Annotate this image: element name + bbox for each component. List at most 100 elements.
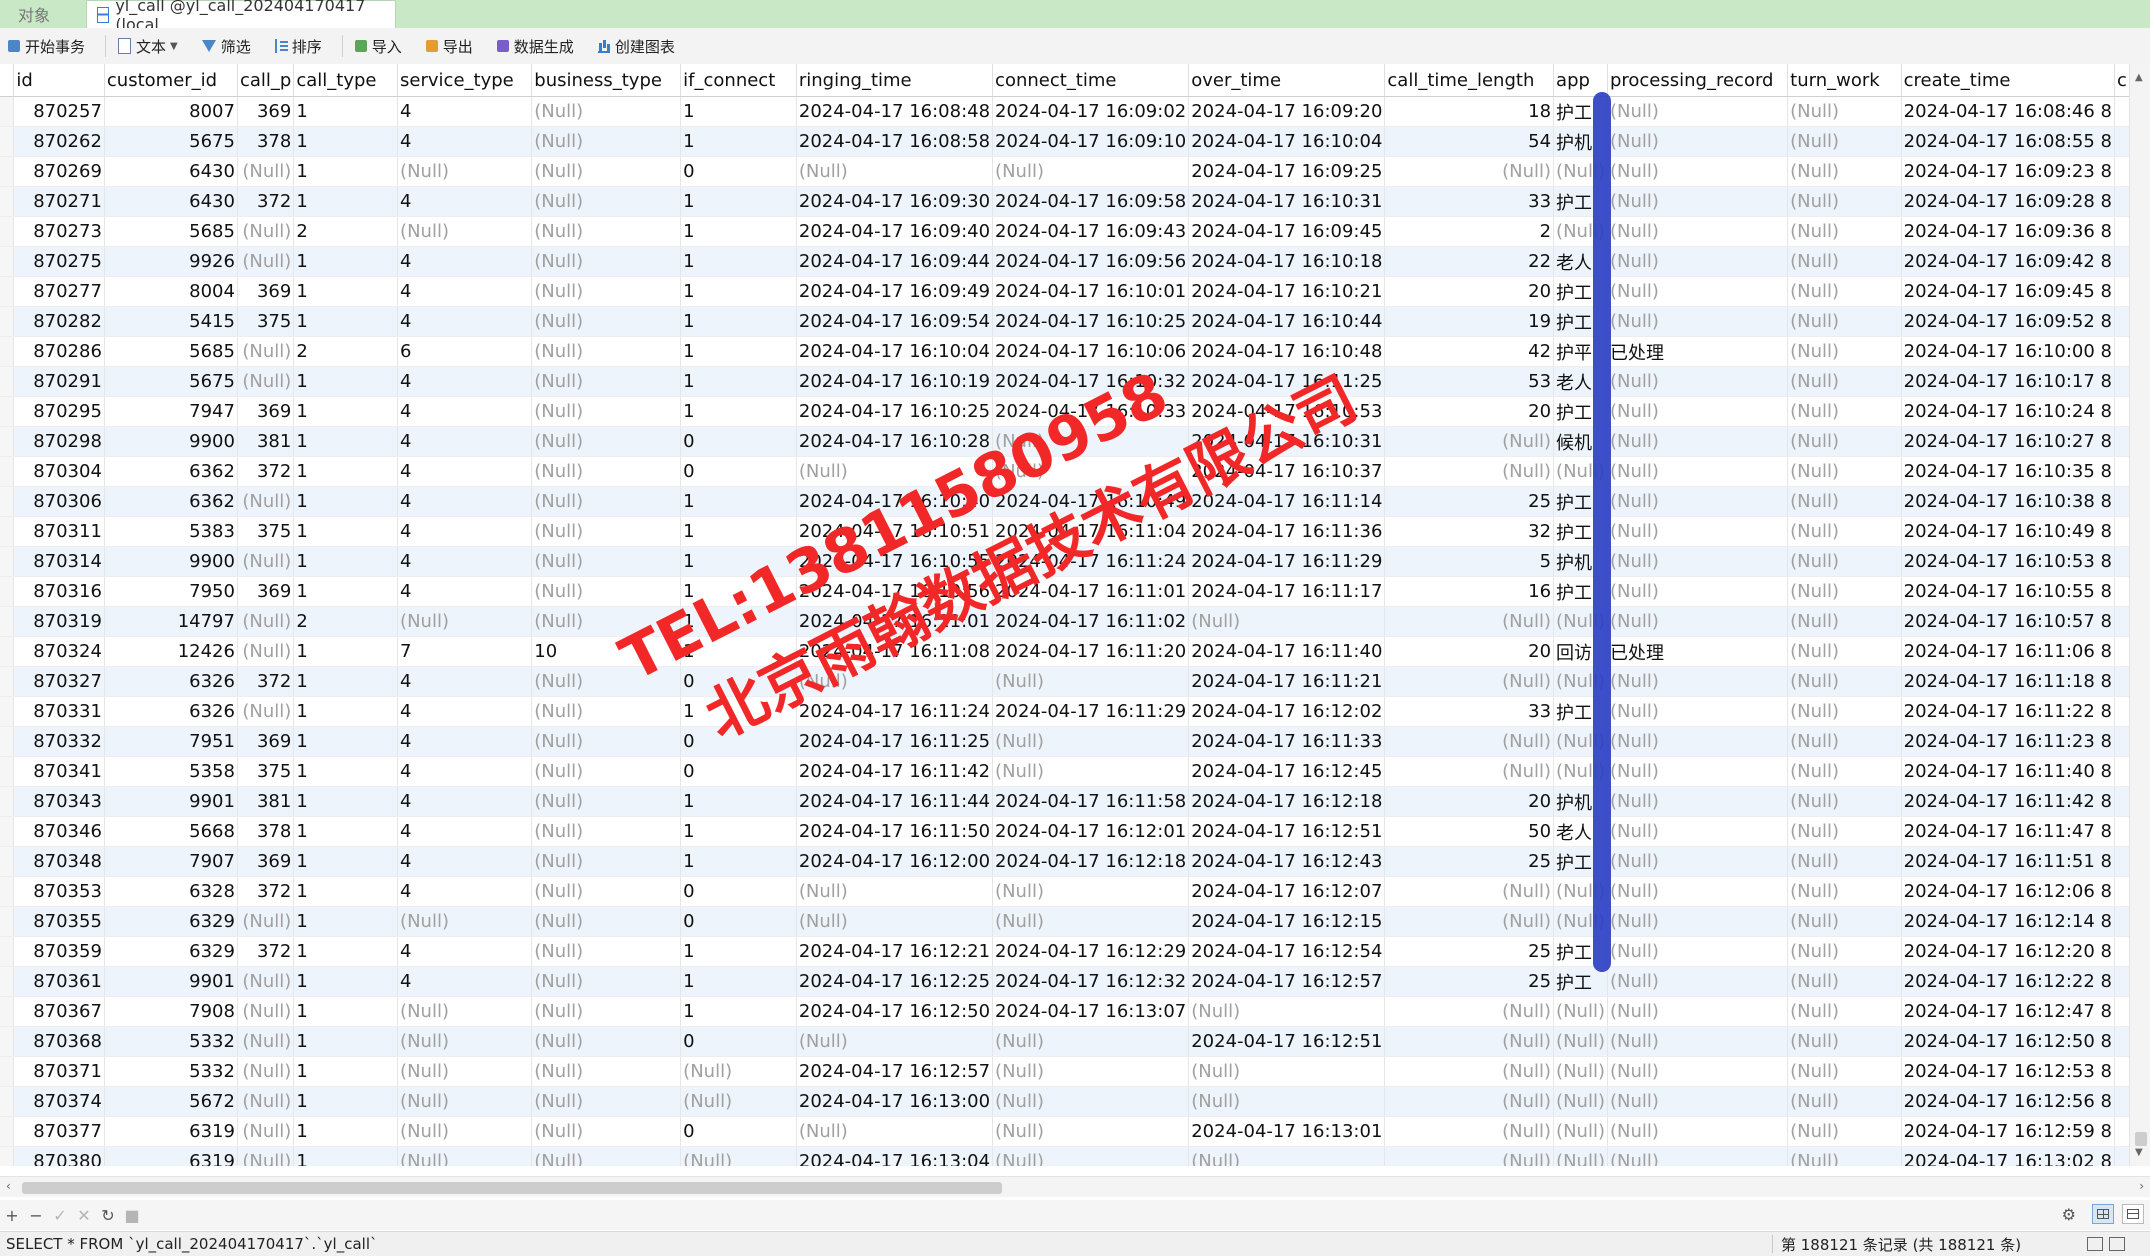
row-selector[interactable] [0, 306, 15, 337]
cell-turn-work[interactable]: (Null) [1787, 966, 1902, 997]
data-generation-button[interactable]: 数据生成 [496, 36, 574, 57]
column-header-id[interactable]: id [13, 64, 105, 97]
cell-customer-id[interactable]: 7951 [104, 726, 238, 757]
import-button[interactable]: 导入 [354, 36, 402, 57]
cell-over-time[interactable]: 2024-04-17 16:11:33 [1188, 726, 1386, 757]
cell-customer-id[interactable]: 6362 [104, 486, 238, 517]
cell-call-type[interactable]: 1 [293, 846, 399, 877]
cell-create-time[interactable]: 2024-04-17 16:11:06 8 [1901, 636, 2116, 667]
cell-id[interactable]: 870359 [13, 936, 105, 967]
cell-c[interactable] [2114, 726, 2130, 757]
cell-connect-time[interactable]: (Null) [992, 756, 1190, 787]
cell-call-p[interactable]: 369 [237, 846, 295, 877]
table-row[interactable]: 870257 8007 369 1 4 (Null) 1 2024-04-17 16:08:4… [0, 96, 2130, 127]
cell-c[interactable] [2114, 246, 2130, 277]
cell-create-time[interactable]: 2024-04-17 16:09:23 8 [1901, 156, 2116, 187]
cell-call-type[interactable]: 1 [293, 1116, 399, 1147]
cell-app[interactable]: 护工 [1553, 516, 1608, 547]
cell-call-type[interactable]: 1 [293, 126, 399, 157]
column-header-turn-work[interactable]: turn_work [1787, 64, 1902, 97]
cell-customer-id[interactable]: 7907 [104, 846, 238, 877]
tab-objects[interactable]: 对象 [8, 0, 80, 28]
cell-if-connect[interactable]: 1 [680, 996, 797, 1027]
cell-id[interactable]: 870298 [13, 426, 105, 457]
cell-call-time-length[interactable]: (Null) [1384, 876, 1555, 907]
row-selector[interactable] [0, 696, 15, 727]
cell-processing-record[interactable]: (Null) [1607, 306, 1789, 337]
cell-app[interactable]: (Null) [1553, 1086, 1608, 1117]
cell-id[interactable]: 870275 [13, 246, 105, 277]
cell-processing-record[interactable]: (Null) [1607, 846, 1789, 877]
cell-call-type[interactable]: 1 [293, 396, 399, 427]
cell-over-time[interactable]: 2024-04-17 16:11:14 [1188, 486, 1386, 517]
cell-app[interactable]: (Null) [1553, 1026, 1608, 1057]
table-row[interactable]: 870361 9901 (Null) 1 4 (Null) 1 2024-04-17 16:1… [0, 966, 2130, 997]
cell-customer-id[interactable]: 9900 [104, 426, 238, 457]
cell-call-type[interactable]: 1 [293, 486, 399, 517]
cell-id[interactable]: 870295 [13, 396, 105, 427]
vertical-scroll-thumb[interactable] [2135, 1132, 2147, 1146]
cell-create-time[interactable]: 2024-04-17 16:12:20 8 [1901, 936, 2116, 967]
cell-service-type[interactable]: (Null) [397, 216, 533, 247]
cell-call-type[interactable]: 1 [293, 966, 399, 997]
cell-processing-record[interactable]: (Null) [1607, 1116, 1789, 1147]
cell-ringing-time[interactable]: 2024-04-17 16:12:57 [796, 1056, 994, 1087]
cell-call-type[interactable]: 1 [293, 516, 399, 547]
cell-customer-id[interactable]: 6430 [104, 156, 238, 187]
cell-business-type[interactable]: (Null) [531, 486, 682, 517]
row-selector[interactable] [0, 156, 15, 187]
cell-c[interactable] [2114, 546, 2130, 577]
cell-customer-id[interactable]: 7947 [104, 396, 238, 427]
cell-call-p[interactable]: 381 [237, 426, 295, 457]
cell-ringing-time[interactable]: 2024-04-17 16:11:24 [796, 696, 994, 727]
cell-turn-work[interactable]: (Null) [1787, 456, 1902, 487]
table-row[interactable]: 870348 7907 369 1 4 (Null) 1 2024-04-17 16:12:0… [0, 846, 2130, 877]
cell-connect-time[interactable]: (Null) [992, 156, 1190, 187]
cell-processing-record[interactable]: (Null) [1607, 246, 1789, 277]
cell-call-type[interactable]: 1 [293, 456, 399, 487]
cell-processing-record[interactable]: (Null) [1607, 696, 1789, 727]
cell-connect-time[interactable]: (Null) [992, 726, 1190, 757]
cell-business-type[interactable]: (Null) [531, 696, 682, 727]
cell-turn-work[interactable]: (Null) [1787, 126, 1902, 157]
cell-turn-work[interactable]: (Null) [1787, 606, 1902, 637]
cell-service-type[interactable]: 4 [397, 726, 533, 757]
cell-if-connect[interactable]: 1 [680, 636, 797, 667]
cell-over-time[interactable]: 2024-04-17 16:11:29 [1188, 546, 1386, 577]
cell-over-time[interactable]: 2024-04-17 16:12:15 [1188, 906, 1386, 937]
cell-call-time-length[interactable]: (Null) [1384, 606, 1555, 637]
cell-call-p[interactable]: (Null) [237, 1086, 295, 1117]
cell-ringing-time[interactable]: 2024-04-17 16:13:00 [796, 1086, 994, 1117]
cell-processing-record[interactable]: (Null) [1607, 606, 1789, 637]
cell-app[interactable]: 护工 [1553, 306, 1608, 337]
cell-customer-id[interactable]: 9901 [104, 966, 238, 997]
row-selector[interactable] [0, 276, 15, 307]
cell-id[interactable]: 870377 [13, 1116, 105, 1147]
text-button[interactable]: 文本 ▼ [118, 36, 178, 57]
cell-connect-time[interactable]: 2024-04-17 16:10:25 [992, 306, 1190, 337]
cell-turn-work[interactable]: (Null) [1787, 876, 1902, 907]
cell-turn-work[interactable]: (Null) [1787, 906, 1902, 937]
cell-service-type[interactable]: 4 [397, 756, 533, 787]
cell-service-type[interactable]: 4 [397, 666, 533, 697]
table-row[interactable]: 870380 6319 (Null) 1 (Null) (Null) (Null) 2024-… [0, 1146, 2130, 1166]
cell-ringing-time[interactable]: (Null) [796, 456, 994, 487]
cell-call-type[interactable]: 2 [293, 336, 399, 367]
cell-connect-time[interactable]: 2024-04-17 16:11:24 [992, 546, 1190, 577]
table-row[interactable]: 870319 14797 (Null) 2 (Null) (Null) 1 2024-04-1… [0, 606, 2130, 637]
cell-service-type[interactable]: 4 [397, 576, 533, 607]
cell-turn-work[interactable]: (Null) [1787, 786, 1902, 817]
cell-turn-work[interactable]: (Null) [1787, 156, 1902, 187]
cell-ringing-time[interactable]: 2024-04-17 16:09:30 [796, 186, 994, 217]
cell-call-p[interactable]: 375 [237, 756, 295, 787]
cell-call-p[interactable]: (Null) [237, 696, 295, 727]
cell-id[interactable]: 870353 [13, 876, 105, 907]
cell-customer-id[interactable]: 6319 [104, 1146, 238, 1166]
cell-call-time-length[interactable]: 19 [1384, 306, 1555, 337]
column-header-app[interactable]: app [1553, 64, 1608, 97]
cell-call-type[interactable]: 1 [293, 306, 399, 337]
cell-if-connect[interactable]: 1 [680, 186, 797, 217]
cell-turn-work[interactable]: (Null) [1787, 366, 1902, 397]
cell-service-type[interactable]: 4 [397, 936, 533, 967]
cell-ringing-time[interactable]: 2024-04-17 16:09:44 [796, 246, 994, 277]
